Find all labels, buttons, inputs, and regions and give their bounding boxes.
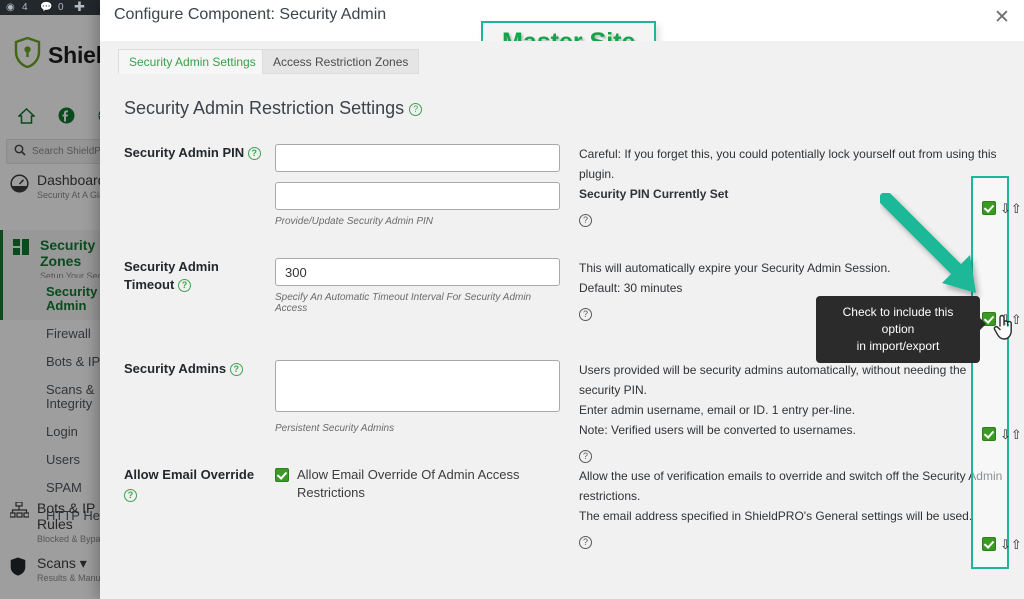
desc-security-admins: Users provided will be security admins a… [579, 360, 1009, 466]
label-security-admin-pin-text: Security Admin PIN [124, 145, 245, 160]
control-security-admins: Persistent Security Admins [275, 360, 560, 434]
hint-security-admins: Persistent Security Admins [275, 423, 395, 434]
hint-security-admin-timeout: Specify An Automatic Timeout Interval Fo… [275, 292, 532, 314]
help-icon-row-4[interactable]: ? [579, 536, 592, 550]
label-allow-email-override-text: Allow Email Override [124, 467, 255, 482]
tooltip-line-1: Check to include this option [842, 305, 954, 336]
help-icon-section[interactable]: ? [409, 103, 423, 116]
tab-security-admin-settings[interactable]: Security Admin Settings [118, 49, 267, 74]
annotation-arrow-icon [879, 192, 990, 308]
tab-access-restriction-zones[interactable]: Access Restriction Zones [262, 49, 420, 74]
desc-allow-email-override: Allow the use of verification emails to … [579, 466, 1009, 552]
desc-allow-email-override-line-2: The email address specified in ShieldPRO… [579, 509, 973, 523]
import-export-toggle-row-4: ⇩⇧ [982, 535, 1022, 553]
help-icon-row-3[interactable]: ? [579, 450, 592, 464]
security-admin-pin-input-2[interactable] [275, 182, 560, 210]
help-icon-security-admin-pin[interactable]: ? [247, 147, 261, 161]
security-admin-pin-input-1[interactable] [275, 144, 560, 172]
mouse-cursor-pointer-icon [993, 312, 1017, 347]
modal-title: Configure Component: Security Admin [114, 6, 387, 23]
help-icon-allow-email-override[interactable]: ? [124, 489, 137, 503]
adminbar-count-2: 0 [58, 2, 64, 13]
control-allow-email-override: Allow Email Override Of Admin Access Res… [275, 466, 560, 502]
label-security-admin-pin: Security Admin PIN ? [124, 144, 264, 162]
import-export-checkbox-4[interactable] [982, 537, 996, 551]
import-export-toggle-row-3: ⇩⇧ [982, 425, 1022, 443]
desc-security-admins-line-3: Note: Verified users will be converted t… [579, 423, 856, 437]
page-title-text: Security Admin Restriction Settings [124, 98, 405, 118]
security-admins-textarea[interactable] [275, 360, 560, 412]
import-export-tooltip: Check to include this option in import/e… [816, 296, 986, 363]
desc-security-admins-line-1: Users provided will be security admins a… [579, 363, 967, 397]
label-security-admin-timeout-text: Security Admin Timeout [124, 259, 219, 292]
import-export-arrows-icon-1[interactable]: ⇩⇧ [1000, 202, 1022, 215]
page-title: Security Admin Restriction Settings ? [124, 98, 423, 119]
label-security-admins-text: Security Admins [124, 361, 227, 376]
tooltip-line-2: in import/export [856, 339, 940, 353]
import-export-arrows-icon-4[interactable]: ⇩⇧ [1000, 538, 1022, 551]
comments-icon[interactable]: 💬 [40, 1, 52, 14]
modal-tabs: Security Admin Settings Access Restricti… [100, 41, 1024, 78]
control-security-admin-pin: Provide/Update Security Admin PIN [275, 144, 560, 227]
allow-email-override-checkbox-label: Allow Email Override Of Admin Access Res… [297, 467, 520, 500]
adminbar-count-1: 4 [22, 2, 28, 13]
allow-email-override-checkbox[interactable] [275, 468, 289, 482]
help-icon-row-2[interactable]: ? [579, 308, 592, 322]
control-security-admin-timeout: Specify An Automatic Timeout Interval Fo… [275, 258, 560, 314]
help-icon-row-1[interactable]: ? [579, 214, 592, 228]
import-export-checkbox-3[interactable] [982, 427, 996, 441]
import-export-arrows-icon-3[interactable]: ⇩⇧ [1000, 428, 1022, 441]
label-security-admin-timeout: Security Admin Timeout ? [124, 258, 264, 294]
plus-icon[interactable]: ✚ [74, 0, 85, 13]
label-security-admins: Security Admins ? [124, 360, 264, 378]
desc-security-admin-pin-line-1: Careful: If you forget this, you could p… [579, 147, 997, 181]
help-icon-security-admin-timeout[interactable]: ? [177, 279, 191, 293]
hint-security-admin-pin: Provide/Update Security Admin PIN [275, 216, 434, 227]
desc-security-admins-line-2: Enter admin username, email or ID. 1 ent… [579, 403, 856, 417]
label-allow-email-override: Allow Email Override ? [124, 466, 264, 504]
help-icon-security-admins[interactable]: ? [229, 363, 243, 377]
desc-allow-email-override-line-1: Allow the use of verification emails to … [579, 469, 1003, 503]
security-admin-timeout-input[interactable] [275, 258, 560, 286]
close-icon[interactable]: ✕ [988, 3, 1016, 31]
wp-logo-icon[interactable]: ◉ [6, 1, 15, 14]
